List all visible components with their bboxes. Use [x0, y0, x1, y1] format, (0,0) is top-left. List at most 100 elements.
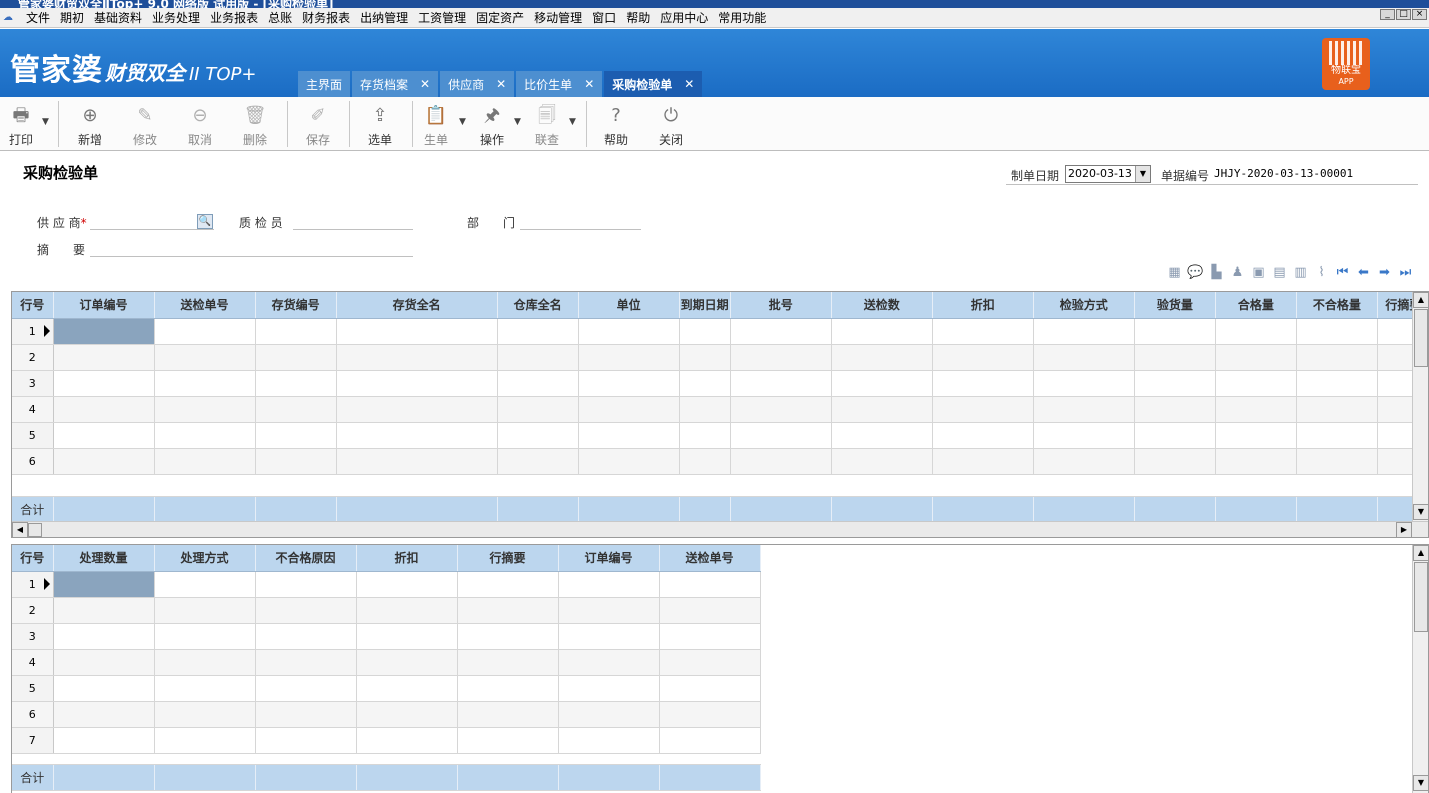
menu-financial-reports[interactable]: 财务报表	[297, 9, 355, 27]
close-icon[interactable]: ✕	[584, 77, 594, 91]
menu-common-functions[interactable]: 常用功能	[713, 9, 771, 27]
table-cell-selected[interactable]	[53, 318, 155, 345]
wulianbao-app-badge[interactable]: 物联宝 APP	[1322, 38, 1370, 90]
search-icon[interactable]: 🔍	[197, 214, 213, 229]
date-picker[interactable]: 2020-03-13 ▼	[1065, 165, 1151, 183]
column-header[interactable]: 折扣	[356, 545, 458, 572]
column-header[interactable]: 仓库全名	[497, 292, 579, 319]
save-button[interactable]: ✐ 保存	[300, 97, 336, 151]
menu-file[interactable]: 文件	[21, 9, 55, 27]
linked-query-button[interactable]: 🗐 联查 ▼	[529, 97, 576, 151]
menu-cashier[interactable]: 出纳管理	[355, 9, 413, 27]
chat-icon[interactable]: 💬	[1187, 265, 1204, 281]
previous-record-icon[interactable]: ⬅	[1355, 265, 1372, 281]
help-button[interactable]: ? 帮助	[598, 97, 634, 151]
menu-ledger[interactable]: 总账	[263, 9, 297, 27]
close-button[interactable]: ⏻ 关闭	[653, 97, 689, 151]
calendar-icon[interactable]: ▥	[1292, 265, 1309, 281]
column-header[interactable]: 到期日期	[679, 292, 731, 319]
scroll-thumb[interactable]	[1414, 562, 1428, 632]
department-input[interactable]	[520, 229, 641, 230]
tab-supplier[interactable]: 供应商 ✕	[440, 71, 515, 97]
tab-purchase-inspection[interactable]: 采购检验单 ✕	[604, 71, 703, 97]
column-header[interactable]: 检验方式	[1033, 292, 1135, 319]
table-row[interactable]: 2	[12, 597, 761, 624]
menu-basic-data[interactable]: 基础资料	[89, 9, 147, 27]
column-header[interactable]: 合格量	[1215, 292, 1297, 319]
table-row[interactable]: 6	[12, 701, 761, 728]
menu-help[interactable]: 帮助	[621, 9, 655, 27]
first-record-icon[interactable]: ⏮	[1334, 265, 1351, 281]
close-icon[interactable]: ✕	[496, 77, 506, 91]
menu-window[interactable]: 窗口	[587, 9, 621, 27]
table-row[interactable]: 4	[12, 396, 1428, 423]
supplier-input[interactable]	[90, 229, 214, 230]
app-menu-icon[interactable]: ☁	[3, 11, 21, 25]
menu-business-reports[interactable]: 业务报表	[205, 9, 263, 27]
scroll-down-icon[interactable]: ▼	[1413, 775, 1428, 791]
delete-button[interactable]: 🗑 删除	[237, 97, 273, 151]
add-button[interactable]: ⊕ 新增	[72, 97, 108, 151]
column-header[interactable]: 行摘要	[457, 545, 559, 572]
chevron-down-icon[interactable]: ▼	[1135, 166, 1150, 182]
disposal-vertical-scrollbar[interactable]: ▲ ▼	[1412, 545, 1428, 793]
chevron-down-icon[interactable]: ▼	[514, 117, 521, 127]
scroll-up-icon[interactable]: ▲	[1413, 292, 1428, 308]
menu-business[interactable]: 业务处理	[147, 9, 205, 27]
column-header[interactable]: 送检单号	[659, 545, 761, 572]
table-row[interactable]: 1	[12, 318, 1428, 345]
column-header[interactable]: 存货全名	[336, 292, 498, 319]
cancel-button[interactable]: ⊖ 取消	[182, 97, 218, 151]
column-header[interactable]: 批号	[730, 292, 832, 319]
column-header[interactable]: 处理方式	[154, 545, 256, 572]
column-header[interactable]: 单位	[578, 292, 680, 319]
table-icon[interactable]: ▤	[1271, 265, 1288, 281]
mdi-restore-button[interactable]: □	[1396, 9, 1411, 20]
column-header[interactable]: 折扣	[932, 292, 1034, 319]
column-header[interactable]: 处理数量	[53, 545, 155, 572]
table-row[interactable]: 3	[12, 370, 1428, 397]
generate-order-button[interactable]: 📋 生单 ▼	[418, 97, 466, 151]
table-row[interactable]: 5	[12, 422, 1428, 449]
qr-icon[interactable]: ▦	[1166, 265, 1183, 281]
calculator-icon[interactable]: ▣	[1250, 265, 1267, 281]
column-header[interactable]: 送检单号	[154, 292, 256, 319]
tab-inventory-archive[interactable]: 存货档案 ✕	[352, 71, 439, 97]
scroll-up-icon[interactable]: ▲	[1413, 545, 1428, 561]
scroll-down-icon[interactable]: ▼	[1413, 504, 1428, 520]
scroll-right-icon[interactable]: ▶	[1396, 522, 1412, 537]
table-row[interactable]: 4	[12, 649, 761, 676]
tab-home[interactable]: 主界面	[298, 71, 351, 97]
chevron-down-icon[interactable]: ▼	[459, 117, 466, 127]
scroll-thumb[interactable]	[1414, 309, 1428, 367]
menu-payroll[interactable]: 工资管理	[413, 9, 471, 27]
close-icon[interactable]: ✕	[684, 77, 694, 91]
column-header[interactable]: 送检数	[831, 292, 933, 319]
tab-price-comparison[interactable]: 比价生单 ✕	[516, 71, 603, 97]
table-row[interactable]: 3	[12, 623, 761, 650]
attachment-icon[interactable]: ⌇	[1313, 265, 1330, 281]
operate-button[interactable]: 🖈 操作 ▼	[474, 97, 521, 151]
mdi-close-button[interactable]: ×	[1412, 9, 1427, 20]
table-row[interactable]: 6	[12, 448, 1428, 475]
select-order-button[interactable]: ⇪ 选单	[362, 97, 398, 151]
menu-app-center[interactable]: 应用中心	[655, 9, 713, 27]
print-button[interactable]: 🖶 打印 ▼	[4, 97, 49, 151]
menu-mobile[interactable]: 移动管理	[529, 9, 587, 27]
detail-vertical-scrollbar[interactable]: ▲ ▼	[1412, 292, 1428, 521]
table-cell-selected[interactable]	[53, 571, 155, 598]
detail-horizontal-scrollbar[interactable]: ◀ ▶	[12, 521, 1428, 537]
column-header[interactable]: 订单编号	[558, 545, 660, 572]
column-header[interactable]: 验货量	[1134, 292, 1216, 319]
table-row[interactable]: 7	[12, 727, 761, 754]
table-row[interactable]: 1	[12, 571, 761, 598]
chevron-down-icon[interactable]: ▼	[569, 117, 576, 127]
mdi-minimize-button[interactable]: _	[1380, 9, 1395, 20]
scroll-thumb[interactable]	[28, 523, 42, 537]
menu-fixed-assets[interactable]: 固定资产	[471, 9, 529, 27]
summary-input[interactable]	[90, 256, 413, 257]
next-record-icon[interactable]: ➡	[1376, 265, 1393, 281]
menu-opening[interactable]: 期初	[55, 9, 89, 27]
chevron-down-icon[interactable]: ▼	[42, 117, 49, 127]
table-row[interactable]: 5	[12, 675, 761, 702]
